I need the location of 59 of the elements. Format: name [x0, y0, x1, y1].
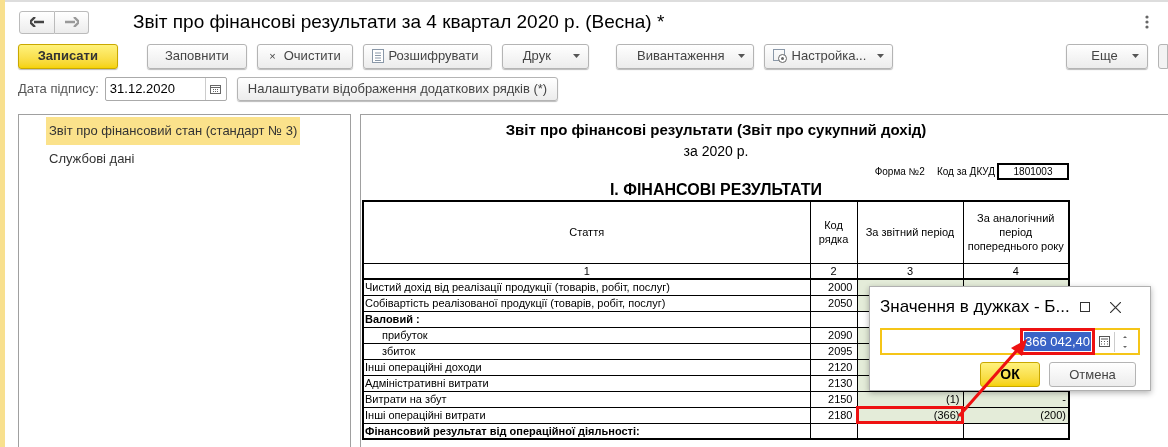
sidebar-item[interactable]: Звіт про фінансовий стан (стандарт № 3) [46, 117, 301, 145]
dropdown-button[interactable]: Вивантаження [616, 43, 754, 69]
ok-button[interactable]: ОК [980, 362, 1040, 387]
back-button[interactable] [19, 10, 55, 34]
configure-rows-button[interactable]: Налаштувати відображення додаткових рядків (*) [236, 77, 559, 101]
settings-button[interactable]: Настройка... [763, 43, 893, 69]
window-title: Звіт про фінансові результати за 4 квартал 2020 р. (Весна) * [133, 9, 665, 34]
signature-date-label: Дата підпису: [18, 80, 99, 99]
column-number: 3 [857, 263, 963, 279]
item-label: Собівартість реалізованої продукції (товарів, робіт, послуг) [363, 295, 810, 311]
row-code: 2000 [810, 279, 857, 295]
section-heading: І. ФІНАНСОВІ РЕЗУЛЬТАТИ [609, 180, 823, 200]
item-label: Витрати на збут [363, 391, 810, 407]
document-icon [372, 49, 385, 63]
caret-icon [737, 54, 745, 58]
column-number: 1 [363, 263, 810, 279]
kebab-menu-icon[interactable] [1145, 15, 1149, 29]
dkud-code: 1801003 [997, 163, 1069, 180]
report-title: Звіт про фінансові результати (Звіт про сукупний дохід) [505, 120, 927, 140]
row-code: 2130 [810, 375, 857, 391]
settings-icon [772, 48, 788, 64]
caret-icon [1132, 54, 1140, 58]
more-button[interactable]: Еще [1066, 43, 1149, 69]
arrow-left-icon [30, 17, 44, 27]
item-label: збиток [363, 343, 810, 359]
value-field[interactable]: 366 042,40 [880, 328, 1140, 355]
item-label: Інші операційні доходи [363, 359, 810, 375]
calculator-icon[interactable] [1099, 336, 1110, 347]
item-label: прибуток [363, 327, 810, 343]
caret-icon [876, 54, 884, 58]
row-code: 2090 [810, 327, 857, 343]
date-field[interactable]: 31.12.2020 [104, 77, 227, 101]
column-number: 2 [810, 263, 857, 279]
item-label: Адміністративні витрати [363, 375, 810, 391]
report-period: за 2020 р. [683, 142, 749, 161]
current-value-cell[interactable]: (366) [857, 407, 963, 423]
clear-button[interactable]: × Очистити [256, 43, 354, 69]
row-code: 2095 [810, 343, 857, 359]
dialog-title: Значення в дужках - Б... [880, 296, 1070, 319]
cancel-button[interactable]: Отмена [1049, 362, 1136, 387]
dropdown-button[interactable]: Друк [501, 43, 590, 69]
row-code: 2120 [810, 359, 857, 375]
close-icon[interactable] [1109, 301, 1121, 313]
row-code: 2050 [810, 295, 857, 311]
sidebar-item[interactable]: Службові дані [46, 145, 138, 173]
save-button[interactable]: Записати [18, 43, 118, 69]
fill-button[interactable]: Заповнити [147, 43, 247, 69]
item-label: Валовий : [363, 311, 810, 327]
form-number: Форма №2 [874, 165, 925, 179]
item-label: Фінансовий результат від операційної діяльності: [363, 423, 810, 439]
maximize-icon[interactable] [1079, 302, 1090, 312]
row-code: 2150 [810, 391, 857, 407]
item-label: Чистий дохід від реалізації продукції (товарів, робіт, послуг) [363, 279, 810, 295]
caret-icon [573, 54, 581, 58]
calendar-icon[interactable] [210, 84, 222, 94]
decode-button[interactable]: Розшифрувати [363, 43, 492, 69]
arrow-right-icon [64, 17, 79, 27]
item-label: Інші операційні витрати [363, 407, 810, 423]
dkud-label: Код за ДКУД [936, 165, 995, 179]
